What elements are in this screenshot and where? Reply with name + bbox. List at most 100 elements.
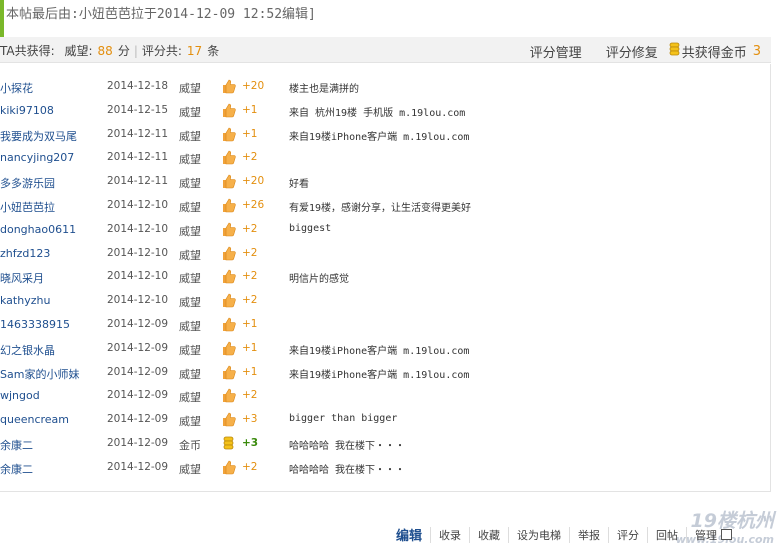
thumbs-up-icon <box>221 102 237 121</box>
thumbs-up-icon <box>221 126 237 145</box>
rating-total-unit: 条 <box>207 44 220 58</box>
rater-username-link[interactable]: 多多游乐园 <box>0 175 55 191</box>
rating-row: nancyjing207 2014-12-11 威望 +2 <box>0 146 771 170</box>
rating-type: 威望 <box>179 248 201 262</box>
rating-total-label: 评分共: <box>141 44 182 58</box>
rating-date: 2014-12-09 <box>107 341 169 354</box>
rating-type: 威望 <box>179 82 201 95</box>
rater-username-link[interactable]: queencream <box>0 413 69 426</box>
thumbs-up-icon <box>221 78 237 97</box>
rater-username-link[interactable]: kathyzhu <box>0 294 50 307</box>
rating-score: +2 <box>242 460 258 473</box>
rating-date: 2014-12-10 <box>107 246 169 259</box>
rating-type: 威望 <box>179 105 201 119</box>
thumbs-up-icon <box>221 245 237 264</box>
reply-button[interactable]: 回帖 <box>647 526 686 543</box>
rating-row: 幻之银水晶 2014-12-09 威望 +1 来自19楼iPhone客户端 m.19lo… <box>0 337 771 361</box>
collect-button[interactable]: 收藏 <box>469 526 508 543</box>
coin-stack-icon <box>668 41 682 61</box>
rater-username-link[interactable]: 余康二 <box>0 437 33 453</box>
rating-date: 2014-12-18 <box>107 80 169 92</box>
rating-type: 威望 <box>179 391 201 405</box>
rating-score: +2 <box>242 389 258 402</box>
rating-type: 金币 <box>179 438 201 452</box>
rater-username-link[interactable]: zhfzd123 <box>0 247 50 260</box>
thumbs-up-icon <box>221 173 237 192</box>
rating-date: 2014-12-09 <box>107 436 169 449</box>
rating-date: 2014-12-09 <box>107 365 169 378</box>
rater-username-link[interactable]: wjngod <box>0 389 40 402</box>
rating-type: 威望 <box>179 343 201 357</box>
rating-date: 2014-12-10 <box>107 294 169 307</box>
rating-reason: 哈哈哈哈 我在楼下・・・ <box>289 464 406 476</box>
rater-username-link[interactable]: 余康二 <box>0 461 33 477</box>
rater-username-link[interactable]: 小探花 <box>0 80 33 96</box>
manage-button[interactable]: 管理 <box>686 526 740 543</box>
rate-button[interactable]: 评分 <box>608 526 647 543</box>
rater-username-link[interactable]: 1463338915 <box>0 318 70 331</box>
thumbs-up-icon <box>221 316 237 335</box>
rater-username-link[interactable]: kiki97108 <box>0 104 54 117</box>
rating-row: 余康二 2014-12-09 金币 +3 哈哈哈哈 我在楼下・・・ <box>0 432 771 456</box>
rating-row: 多多游乐园 2014-12-11 威望 +20 好看 <box>0 170 771 194</box>
rating-reason: 来自19楼iPhone客户端 m.19lou.com <box>289 345 470 357</box>
rating-date: 2014-12-09 <box>107 317 169 330</box>
rating-date: 2014-12-10 <box>107 198 169 211</box>
rater-username-link[interactable]: nancyjing207 <box>0 151 74 164</box>
thumbs-up-icon <box>221 364 237 383</box>
edit-button[interactable]: 编辑 <box>388 525 430 544</box>
rating-list: 小探花 2014-12-18 威望 +20 楼主也是满拼的 kiki97108 2014-1… <box>0 64 771 492</box>
thumbs-up-icon <box>221 340 237 359</box>
favorite-button[interactable]: 收录 <box>430 526 469 543</box>
rating-score: +2 <box>242 294 258 307</box>
post-actions: 编辑 收录 收藏 设为电梯 举报 评分 回帖 管理 <box>388 525 740 544</box>
manage-checkbox[interactable] <box>721 529 732 540</box>
rating-score: +1 <box>242 103 258 116</box>
last-edit-notice: 本帖最后由:小妞芭芭拉于2014-12-09 12:52编辑] <box>6 7 316 22</box>
gold-total: 共获得金币 3 <box>668 41 761 61</box>
rating-score: +20 <box>242 175 265 188</box>
rating-score: +2 <box>242 151 258 164</box>
rating-reason: bigger than bigger <box>289 413 398 425</box>
rating-reason: 好看 <box>289 179 309 191</box>
rater-username-link[interactable]: 幻之银水晶 <box>0 342 55 358</box>
rating-type: 威望 <box>179 415 201 429</box>
rater-username-link[interactable]: Sam家的小师妹 <box>0 366 79 382</box>
rating-type: 威望 <box>179 367 201 381</box>
report-button[interactable]: 举报 <box>569 526 608 543</box>
rating-reason: 来自19楼iPhone客户端 m.19lou.com <box>289 131 470 143</box>
rating-row: 余康二 2014-12-09 威望 +2 哈哈哈哈 我在楼下・・・ <box>0 456 771 480</box>
rating-reason: 明信片的感觉 <box>289 274 349 286</box>
thumbs-up-icon <box>221 197 237 216</box>
rating-date: 2014-12-09 <box>107 389 169 402</box>
rating-summary-bar: TA共获得: 威望: 88 分 | 评分共: 17 条 评分管理 评分修复 共获得金币 3 <box>0 37 771 63</box>
post-footer: 19楼杭州 www.19lou.com 编辑 收录 收藏 设为电梯 举报 评分 … <box>0 492 780 556</box>
rating-score: +2 <box>242 270 258 283</box>
rater-username-link[interactable]: 小妞芭芭拉 <box>0 199 55 215</box>
rating-reason: 哈哈哈哈 我在楼下・・・ <box>289 440 406 452</box>
prestige-unit: 分 <box>117 44 130 58</box>
rating-row: queencream 2014-12-09 威望 +3 bigger than bigg… <box>0 408 771 432</box>
rating-date: 2014-12-11 <box>107 175 169 188</box>
rater-username-link[interactable]: 我要成为双马尾 <box>0 128 77 144</box>
rating-date: 2014-12-09 <box>107 413 169 426</box>
post-accent-bar <box>0 0 4 37</box>
rating-row: wjngod 2014-12-09 威望 +2 <box>0 384 771 408</box>
rating-repair-link[interactable]: 评分修复 <box>606 42 658 61</box>
rating-type: 威望 <box>179 177 201 191</box>
rating-type: 威望 <box>179 462 201 476</box>
rating-type: 威望 <box>179 200 201 214</box>
rating-type: 威望 <box>179 319 201 333</box>
prestige-value: 88 <box>97 44 113 58</box>
rating-row: kathyzhu 2014-12-10 威望 +2 <box>0 289 771 313</box>
rating-row: 小妞芭芭拉 2014-12-10 威望 +26 有爱19楼，感谢分享，让生活变得更美好 <box>0 194 771 218</box>
rater-username-link[interactable]: 晓风采月 <box>0 270 44 286</box>
rating-date: 2014-12-09 <box>107 460 169 473</box>
rater-username-link[interactable]: donghao0611 <box>0 223 76 236</box>
gold-total-value: 3 <box>752 43 761 59</box>
rating-date: 2014-12-10 <box>107 270 169 283</box>
thumbs-up-icon <box>221 149 237 168</box>
rating-reason: 楼主也是满拼的 <box>289 84 359 95</box>
set-elevator-button[interactable]: 设为电梯 <box>508 526 569 543</box>
rating-manage-link[interactable]: 评分管理 <box>530 42 582 61</box>
